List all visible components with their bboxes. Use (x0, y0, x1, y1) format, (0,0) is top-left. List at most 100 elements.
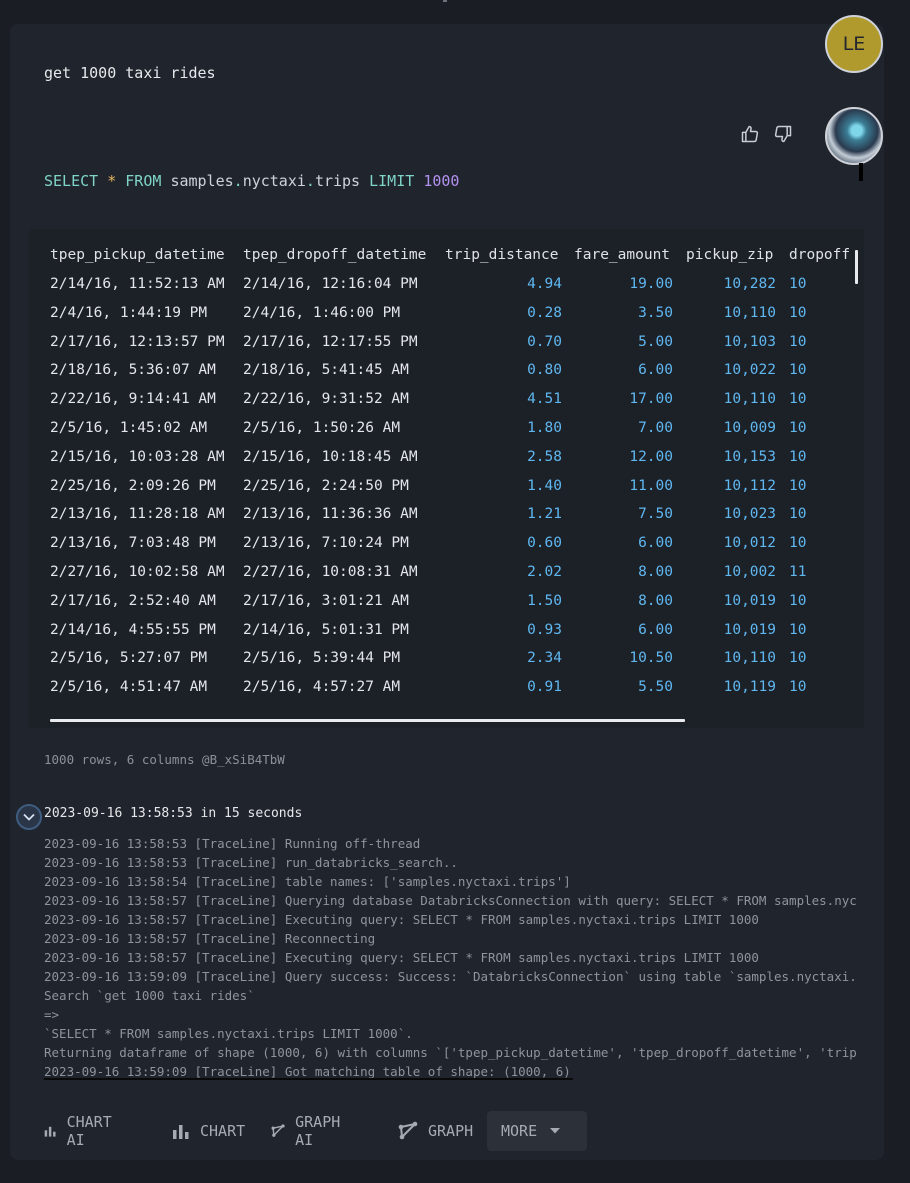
table-cell: 4.94 (527, 276, 562, 292)
table-cell: 2/14/16, 5:01:31 PM (243, 621, 409, 638)
table-row: 2/27/16, 10:02:58 AM 2/27/16, 10:08:31 AM… (29, 564, 864, 593)
table-cell: 2/17/16, 12:17:55 PM (243, 333, 418, 350)
table-cell: 10 (789, 276, 807, 292)
column-header[interactable]: fare_amount (574, 247, 670, 263)
table-cell: 5.00 (638, 333, 673, 350)
table-cell: 10,119 (723, 679, 776, 696)
trace-toggle-button[interactable] (16, 804, 42, 830)
table-cell: 1.50 (527, 592, 562, 609)
table-cell: 2/5/16, 1:50:26 AM (243, 420, 401, 436)
table-cell: 2/4/16, 1:46:00 PM (243, 304, 401, 321)
column-header[interactable]: pickup_zip (686, 247, 773, 263)
table-cell: 10 (789, 679, 807, 696)
table-cell: 10 (789, 304, 807, 321)
result-table[interactable]: tpep_pickup_datetime tpep_dropoff_datetim… (29, 229, 864, 728)
log-line: 2023-09-16 13:58:57 [TraceLine] Executin… (44, 912, 759, 927)
thumbs-up-icon[interactable] (740, 124, 762, 146)
table-row: 2/15/16, 10:03:28 AM 2/15/16, 10:18:45 AM… (29, 449, 864, 478)
graph-ai-button[interactable]: GRAPH AI (261, 1111, 356, 1151)
table-cell: 10 (789, 535, 807, 552)
sql-keyword: LIMIT (369, 172, 415, 190)
graph-label: GRAPH (428, 1122, 474, 1140)
table-cell: 1.21 (527, 506, 562, 523)
sql-identifier: samples (170, 172, 234, 190)
table-cell: 2/13/16, 7:10:24 PM (243, 535, 409, 552)
table-cell: 2/27/16, 10:02:58 AM (50, 564, 225, 580)
table-cell: 2/18/16, 5:41:45 AM (243, 362, 409, 379)
table-cell: 5.50 (638, 679, 673, 696)
sql-operator: * (107, 172, 117, 190)
table-cell: 0.91 (527, 679, 562, 696)
table-cell: 2.02 (527, 564, 562, 580)
column-header[interactable]: trip_distance (445, 247, 559, 263)
table-row: 2/13/16, 7:03:48 PM 2/13/16, 7:10:24 PM 0.… (29, 535, 864, 564)
table-row: 2/14/16, 4:55:55 PM 2/14/16, 5:01:31 PM 0.… (29, 622, 864, 651)
thumbs-down-icon[interactable] (773, 124, 795, 146)
result-meta: 1000 rows, 6 columns @B_xSiB4TbW (44, 752, 285, 767)
table-cell: 7.50 (638, 506, 673, 523)
table-cell: 2/13/16, 11:36:36 AM (243, 506, 418, 523)
table-cell: 10 (789, 506, 807, 523)
table-cell: 0.28 (527, 304, 562, 321)
table-row: 2/22/16, 9:14:41 AM 2/22/16, 9:31:52 AM 4.… (29, 391, 864, 420)
table-cell: 2/25/16, 2:24:50 PM (243, 477, 409, 494)
graph-button[interactable]: GRAPH (388, 1111, 483, 1151)
sql-query: SELECT * FROM samples.nyctaxi.trips LIMI… (44, 172, 459, 190)
table-row: 2/14/16, 11:52:13 AM 2/14/16, 12:16:04 PM… (29, 276, 864, 305)
sql-punct: . (233, 172, 243, 190)
sql-literal: 1000 (423, 172, 460, 190)
table-cell: 6.00 (638, 362, 673, 379)
table-cell: 17.00 (629, 391, 673, 408)
table-cell: 10,023 (723, 506, 776, 523)
table-cell: 10 (789, 650, 807, 667)
table-cell: 10,110 (723, 391, 776, 408)
column-header[interactable]: dropoff (789, 247, 850, 263)
table-row: 2/13/16, 11:28:18 AM 2/13/16, 11:36:36 AM… (29, 506, 864, 535)
graph-ai-label: GRAPH AI (295, 1113, 341, 1149)
table-cell: 2/5/16, 4:57:27 AM (243, 679, 401, 696)
table-cell: 2/27/16, 10:08:31 AM (243, 564, 418, 580)
sql-keyword: FROM (125, 172, 162, 190)
log-line: 2023-09-16 13:58:57 [TraceLine] Reconnec… (44, 931, 376, 946)
table-cell: 10 (789, 621, 807, 638)
column-header[interactable]: tpep_pickup_datetime (50, 247, 225, 263)
table-cell: 2.58 (527, 448, 562, 465)
table-cell: 2/22/16, 9:31:52 AM (243, 391, 409, 408)
chart-label: CHART (200, 1122, 246, 1140)
table-cell: 2/15/16, 10:03:28 AM (50, 448, 225, 465)
table-cell: 10,012 (723, 535, 776, 552)
table-cell: 10 (789, 391, 807, 408)
table-cell: 10,022 (723, 362, 776, 379)
log-line: 2023-09-16 13:58:53 [TraceLine] Running … (44, 836, 421, 851)
table-cell: 0.70 (527, 333, 562, 350)
table-cell: 8.00 (638, 592, 673, 609)
table-cell: 2/4/16, 1:44:19 PM (50, 304, 208, 321)
table-cell: 2/13/16, 11:28:18 AM (50, 506, 225, 523)
chart-ai-button[interactable]: CHART AI (34, 1111, 127, 1151)
table-cell: 10 (789, 448, 807, 465)
horizontal-scrollbar[interactable] (50, 719, 685, 722)
sql-keyword: SELECT (44, 172, 99, 190)
log-line: => (44, 1007, 60, 1022)
table-cell: 2/5/16, 5:27:07 PM (50, 650, 208, 667)
bar-chart-icon (44, 1126, 56, 1137)
table-row: 2/17/16, 12:13:57 PM 2/17/16, 12:17:55 PM… (29, 334, 864, 363)
sql-identifier: nyctaxi (242, 172, 306, 190)
table-cell: 2/5/16, 4:51:47 AM (50, 679, 208, 696)
log-line: 2023-09-16 13:58:54 [TraceLine] table na… (44, 874, 571, 889)
assistant-avatar-marker (859, 163, 863, 181)
table-cell: 2/13/16, 7:03:48 PM (50, 535, 216, 552)
table-cell: 8.00 (638, 564, 673, 580)
table-cell: 10,009 (723, 420, 776, 436)
graph-icon (398, 1121, 418, 1140)
table-cell: 7.00 (638, 420, 673, 436)
column-header[interactable]: tpep_dropoff_datetime (243, 247, 426, 263)
sql-identifier: trips (314, 172, 361, 190)
table-cell: 3.50 (638, 304, 673, 321)
more-button[interactable]: MORE (487, 1111, 588, 1151)
vertical-scrollbar[interactable] (855, 250, 858, 284)
trace-log: 2023-09-16 13:58:53 [TraceLine] Running … (44, 834, 856, 1081)
chart-button[interactable]: CHART (162, 1111, 255, 1151)
caret-down-icon (550, 1128, 561, 1134)
user-avatar: LE (825, 15, 883, 73)
